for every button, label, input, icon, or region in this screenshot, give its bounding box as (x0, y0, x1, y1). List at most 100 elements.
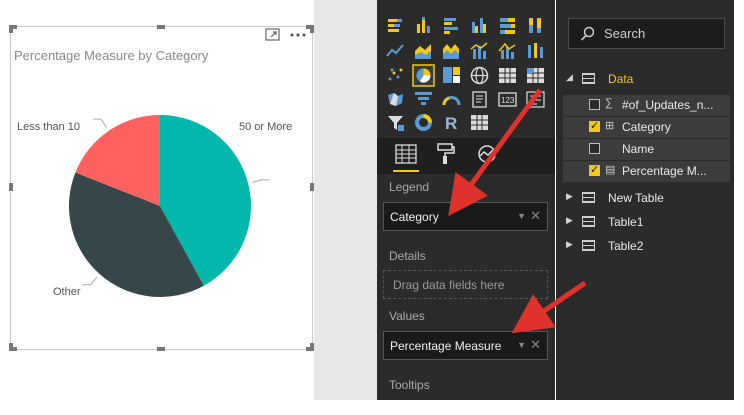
values-field-name: Percentage Measure (390, 339, 502, 353)
chevron-down-icon[interactable]: ▼ (517, 211, 526, 221)
100-stacked-bar-icon[interactable] (498, 16, 517, 35)
legend-section-label: Legend (389, 180, 430, 194)
table-name: Table2 (608, 239, 644, 253)
collapsed-caret-icon[interactable]: ▶ (566, 191, 573, 202)
svg-text:R: R (445, 114, 457, 132)
focus-mode-icon[interactable] (265, 28, 281, 42)
field-name: #of_Updates_n... (622, 98, 714, 112)
legend-field-name: Category (390, 210, 439, 224)
field-name: Percentage M... (622, 164, 707, 178)
table-grid-icon[interactable] (498, 66, 517, 85)
sigma-icon: ∑ (605, 97, 613, 109)
resize-handle[interactable] (310, 183, 314, 191)
line-and-stacked-column-icon[interactable] (498, 41, 517, 60)
field-checkbox[interactable] (589, 99, 600, 110)
resize-handle[interactable] (9, 347, 17, 351)
chevron-down-icon[interactable]: ▼ (517, 340, 526, 350)
legend-field-well[interactable]: Category ▼ ✕ (383, 202, 548, 231)
details-placeholder: Drag data fields here (393, 278, 505, 292)
donut-chart-icon[interactable] (414, 113, 433, 132)
table-name: New Table (608, 191, 664, 205)
svg-text:123: 123 (501, 96, 515, 105)
treemap-icon[interactable] (442, 66, 461, 85)
kpi-icon[interactable] (526, 90, 545, 109)
area-chart-icon[interactable] (414, 41, 433, 60)
table-icon (582, 216, 595, 227)
details-section-label: Details (389, 249, 426, 263)
funnel-icon[interactable] (414, 90, 433, 109)
r-visual-icon[interactable]: R (442, 113, 461, 132)
stacked-column-icon[interactable] (414, 16, 433, 35)
line-and-column-icon[interactable] (470, 41, 489, 60)
table-node-new-table[interactable]: ▶ New Table (566, 188, 726, 210)
bottom-strip (0, 400, 744, 415)
filled-map-icon[interactable] (386, 90, 405, 109)
table-icon (582, 240, 595, 251)
active-tab-indicator (393, 170, 419, 172)
resize-handle[interactable] (157, 347, 165, 351)
table-node-table2[interactable]: ▶ Table2 (566, 236, 726, 258)
card-icon[interactable]: 123 (498, 90, 517, 109)
pie-chart: 50 or More Less than 10 Other (17, 115, 292, 298)
table-name: Data (608, 72, 634, 86)
remove-field-icon[interactable]: ✕ (530, 337, 541, 353)
table-icon (582, 73, 595, 84)
table-icon (582, 192, 595, 203)
field-row[interactable]: Name (563, 139, 730, 160)
slice-label-less-than-10: Less than 10 (17, 121, 80, 133)
slice-label-other: Other (53, 286, 81, 298)
field-checkbox[interactable] (589, 119, 600, 132)
resize-handle[interactable] (306, 347, 314, 351)
values-field-well[interactable]: Percentage Measure ▼ ✕ (383, 331, 548, 360)
matrix-icon[interactable] (526, 66, 545, 85)
ribbon-chart-icon[interactable] (526, 41, 545, 60)
field-checkbox[interactable] (589, 143, 600, 154)
line-chart-icon[interactable] (386, 41, 405, 60)
chart-title: Percentage Measure by Category (14, 48, 209, 63)
stacked-bar-icon[interactable] (386, 16, 405, 35)
globe-map-icon[interactable] (470, 66, 489, 85)
clustered-column-icon[interactable] (470, 16, 489, 35)
format-paint-roller-icon[interactable] (437, 143, 455, 165)
leader-line (251, 179, 270, 183)
canvas-margin (314, 0, 377, 400)
100-stacked-column-icon[interactable] (526, 16, 545, 35)
field-checkbox[interactable] (589, 163, 600, 176)
multi-row-card-icon[interactable] (470, 90, 489, 109)
resize-handle[interactable] (157, 25, 165, 29)
pie-chart-type-icon[interactable] (412, 64, 435, 87)
resize-handle[interactable] (9, 25, 17, 29)
leader-line (82, 276, 98, 286)
clustered-bar-icon[interactable] (442, 16, 461, 35)
search-placeholder: Search (604, 26, 646, 41)
custom-visual-grid-icon[interactable] (470, 113, 489, 132)
analytics-icon[interactable] (476, 143, 498, 165)
slicer-icon[interactable] (386, 113, 405, 132)
values-section-label: Values (389, 309, 425, 323)
fields-tab-icon[interactable] (395, 144, 417, 164)
field-name: Name (622, 142, 655, 156)
scatter-chart-icon[interactable] (386, 66, 405, 85)
table-name: Table1 (608, 215, 644, 229)
field-row[interactable]: ▤ Percentage M... (563, 161, 730, 182)
table-node-data[interactable]: ◢ Data (566, 69, 726, 91)
stacked-area-icon[interactable] (442, 41, 461, 60)
expanded-caret-icon[interactable]: ◢ (566, 72, 573, 83)
field-row[interactable]: ⊞ Category (563, 117, 730, 138)
leader-line (92, 118, 108, 128)
hierarchy-icon: ⊞ (605, 120, 615, 132)
field-name: Category (622, 120, 671, 134)
search-icon (580, 26, 595, 41)
resize-handle[interactable] (306, 25, 314, 29)
slice-label-50-or-more: 50 or More (239, 121, 292, 133)
collapsed-caret-icon[interactable]: ▶ (566, 215, 573, 226)
remove-field-icon[interactable]: ✕ (530, 208, 541, 224)
calculator-icon: ▤ (605, 164, 616, 176)
more-options-icon[interactable] (289, 32, 307, 38)
details-drop-zone[interactable]: Drag data fields here (383, 270, 548, 299)
tooltips-section-label: Tooltips (389, 378, 430, 392)
collapsed-caret-icon[interactable]: ▶ (566, 239, 573, 250)
field-row[interactable]: ∑ #of_Updates_n... (563, 95, 730, 116)
gauge-icon[interactable] (442, 90, 461, 109)
table-node-table1[interactable]: ▶ Table1 (566, 212, 726, 234)
